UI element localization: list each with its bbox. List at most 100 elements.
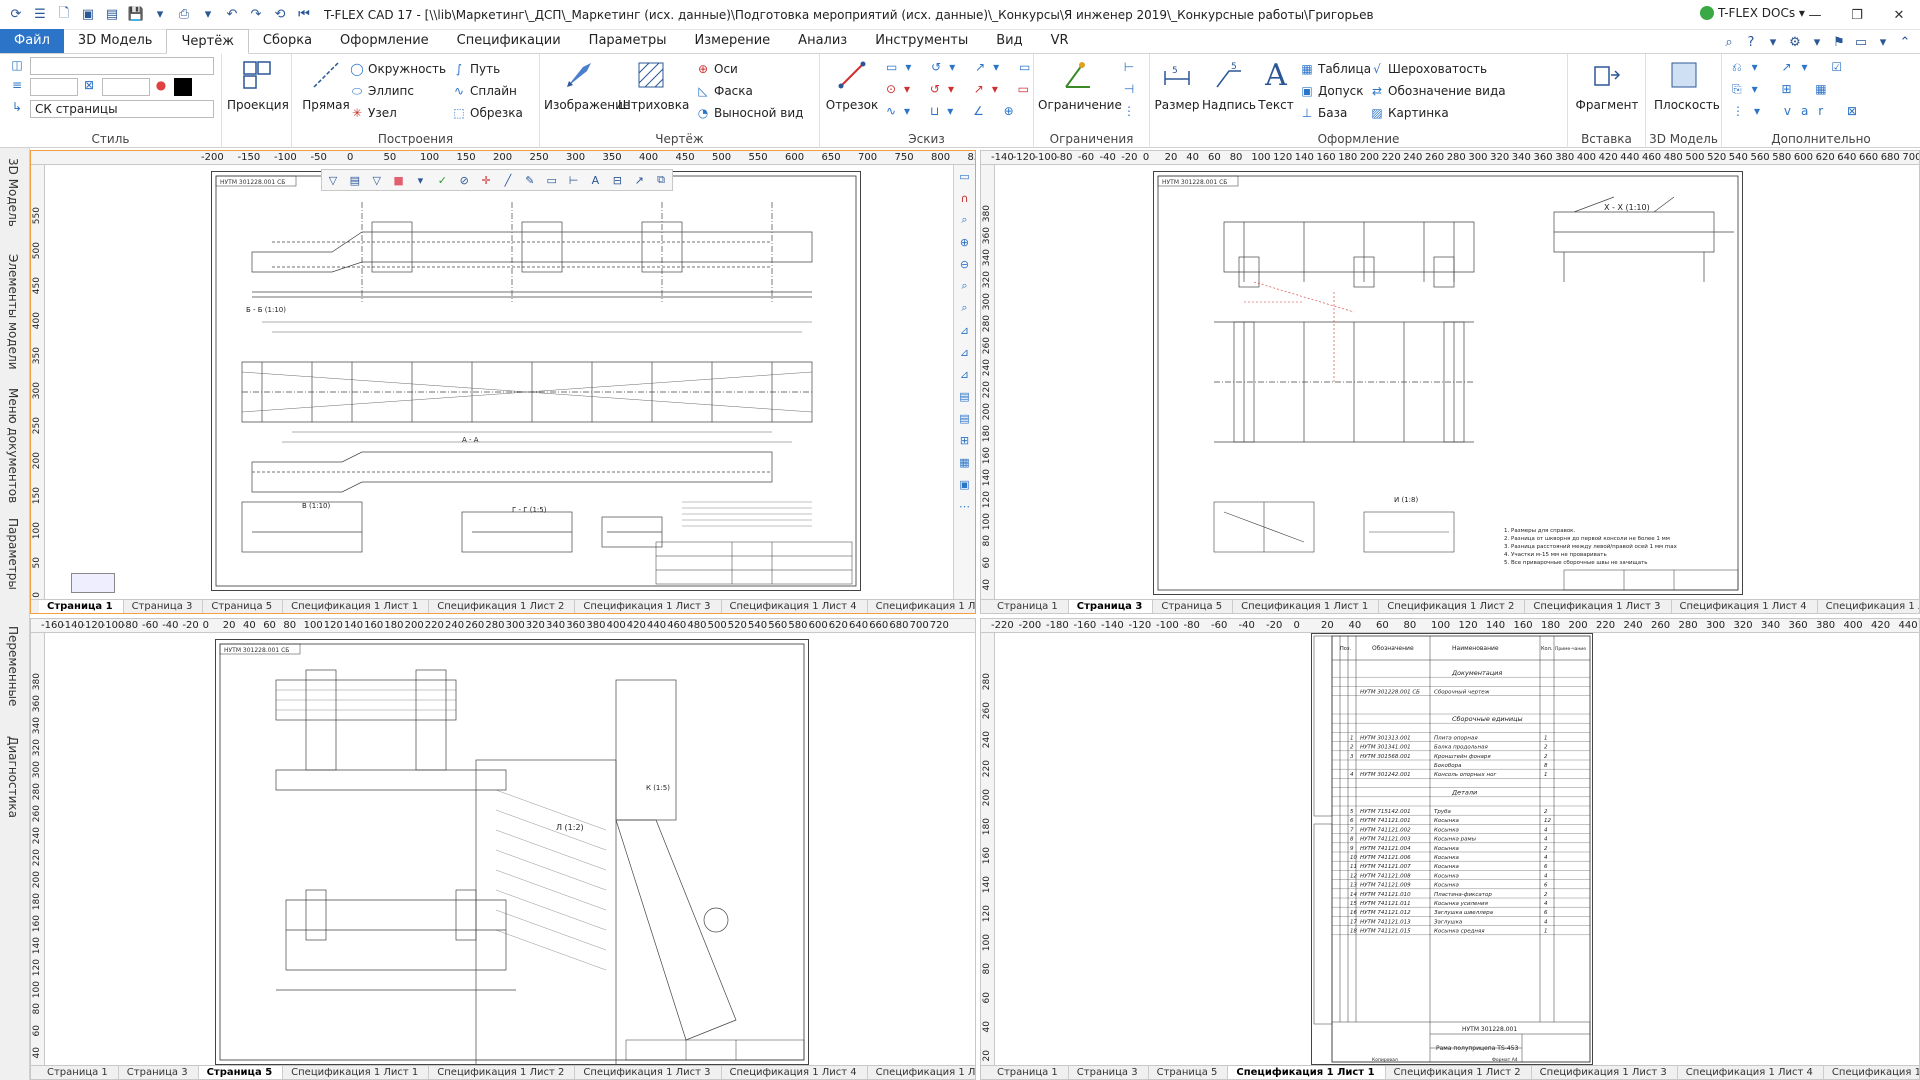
open-3d-icon[interactable]: ▣ bbox=[78, 5, 98, 25]
side-tab-variables[interactable]: Переменные bbox=[6, 626, 20, 706]
constraint-tool-2-icon[interactable]: ⊣ bbox=[1122, 82, 1140, 96]
coordinate-system-icon[interactable]: ↳ bbox=[10, 100, 28, 114]
dropdown-icon[interactable]: ▾ bbox=[410, 174, 432, 187]
drawing-window-3[interactable]: -160 -140 -120 -100 -80 -60 -40 -20 0 20 40 60 80 100… bbox=[30, 618, 976, 1080]
help-dropdown-icon[interactable]: ▾ bbox=[1762, 35, 1784, 50]
page-tab[interactable]: Спецификация 1 Лист 1 bbox=[1233, 600, 1380, 613]
page-tab[interactable]: Спецификация 1 Лист 2 bbox=[1379, 600, 1526, 613]
layout-dropdown-icon[interactable]: ▾ bbox=[1872, 35, 1894, 50]
chamfer-button[interactable]: ◺ Фаска bbox=[696, 84, 753, 98]
redo-icon[interactable]: ↷ bbox=[246, 5, 266, 25]
page-tab[interactable]: Страница 3 bbox=[119, 1066, 199, 1079]
page-tab[interactable]: Страница 5 bbox=[1153, 600, 1234, 613]
level-icon[interactable]: ≡ bbox=[10, 78, 28, 92]
constraint-tool-3-icon[interactable]: ⋮ bbox=[1122, 104, 1140, 118]
page-tab[interactable]: Страница 1 bbox=[39, 1066, 119, 1079]
side-tab-diagnostics[interactable]: Диагностика bbox=[6, 736, 20, 818]
drawing-window-4[interactable]: -220 -200 -180 -160 -140 -120 -100 -80 -60 -40 -20… bbox=[980, 618, 1920, 1080]
page-tab[interactable]: Спецификация 1 Лист 4 bbox=[722, 1066, 868, 1079]
regenerate-icon[interactable]: ⟲ bbox=[270, 5, 290, 25]
page-tab[interactable]: Спецификация 1 Лист 2 bbox=[1386, 1066, 1532, 1079]
tflex-docs-menu[interactable]: T-FLEX DOCs ▾ bbox=[1700, 6, 1805, 20]
gear-dropdown-icon[interactable]: ▾ bbox=[1806, 35, 1828, 50]
tab-parameters[interactable]: Параметры bbox=[575, 29, 681, 53]
drawing-sheet-3[interactable]: НУТМ 301228.001 СБ Х - Х (1:10) И (1:8) bbox=[1153, 171, 1743, 595]
measure-icon[interactable]: ⊞ bbox=[954, 429, 975, 451]
line-button[interactable]: Прямая bbox=[296, 58, 356, 112]
page-tab[interactable]: Спецификация 1 Лист 4 bbox=[1678, 1066, 1824, 1079]
save-as-icon[interactable]: ▾ bbox=[150, 5, 170, 25]
page-tab[interactable]: Спецификация 1 Лист 4 bbox=[722, 600, 868, 613]
tab-3d-model[interactable]: 3D Модель bbox=[64, 29, 167, 53]
page-tab[interactable]: Спецификация 1 Лист 2 bbox=[429, 600, 576, 613]
tab-vr[interactable]: VR bbox=[1037, 29, 1083, 53]
spline-button[interactable]: ∿ Сплайн bbox=[452, 84, 517, 98]
search-icon[interactable]: ⌕ bbox=[1718, 35, 1740, 50]
page-tab[interactable]: Страница 5 bbox=[1149, 1066, 1229, 1079]
undo-icon[interactable]: ↶ bbox=[222, 5, 242, 25]
zoom-all-icon[interactable]: ⌕ bbox=[954, 297, 975, 319]
snap-3-icon[interactable]: ⊿ bbox=[954, 363, 975, 385]
tab-assembly[interactable]: Сборка bbox=[249, 29, 326, 53]
image-button[interactable]: Изображение bbox=[544, 58, 630, 112]
open-icon[interactable]: ▤ bbox=[102, 5, 122, 25]
fragment-snap-icon[interactable]: ⧉ bbox=[650, 173, 672, 187]
snap-1-icon[interactable]: ⊿ bbox=[954, 319, 975, 341]
constraint-button[interactable]: Ограничение bbox=[1038, 58, 1122, 112]
window-layout-icon[interactable]: ▭ bbox=[1850, 35, 1872, 50]
page-tab[interactable]: Страница 3 bbox=[1069, 1066, 1149, 1079]
grid-icon[interactable]: ▦ bbox=[954, 451, 975, 473]
page-tab[interactable]: Страница 1 bbox=[39, 600, 124, 613]
minimize-button[interactable]: — bbox=[1794, 0, 1836, 30]
extra-tools-row-1[interactable]: ⎌▾ ↗▾ ☑ bbox=[1732, 60, 1852, 75]
gear-icon[interactable]: ⚙ bbox=[1784, 35, 1806, 50]
edit-icon[interactable]: ✎ bbox=[519, 174, 541, 187]
note-button[interactable]: 5 Надпись bbox=[1202, 58, 1256, 112]
page-tab[interactable]: Спецификация 1 Лист 1 bbox=[283, 600, 430, 613]
page-tab[interactable]: Страница 5 bbox=[203, 600, 284, 613]
page-tab[interactable]: Страница 3 bbox=[124, 600, 204, 613]
page-tab[interactable]: Страница 5 bbox=[198, 1066, 284, 1079]
priority-combo[interactable] bbox=[102, 78, 150, 96]
path-button[interactable]: ∫ Путь bbox=[452, 62, 500, 76]
sketch-tools-row-1[interactable]: ▭▾ ↺▾ ↗▾ ▭ bbox=[886, 60, 1038, 74]
page-tab[interactable]: Спецификация 1 Лист 3 bbox=[575, 600, 722, 613]
more-icon[interactable]: ⋯ bbox=[954, 495, 975, 517]
help-icon[interactable]: ? bbox=[1740, 35, 1762, 50]
hatch-button[interactable]: Штриховка bbox=[618, 58, 689, 112]
specification-sheet[interactable]: Поз. Обозначение Наименование Кол. Приме… bbox=[1311, 633, 1593, 1065]
view-layout-icon[interactable]: ▭ bbox=[954, 165, 975, 187]
level-combo[interactable] bbox=[30, 78, 78, 96]
close-button[interactable]: ✕ bbox=[1878, 0, 1920, 30]
text-snap-icon[interactable]: A bbox=[585, 174, 607, 187]
text-button[interactable]: A Текст bbox=[1254, 58, 1298, 113]
drawing-window-1[interactable]: -200 -150 -100 -50 0 50 100 150 200 250 300 350 400 4… bbox=[30, 150, 976, 614]
layers-icon[interactable]: ◫ bbox=[10, 58, 28, 72]
fragment-button[interactable]: Фрагмент bbox=[1574, 58, 1640, 112]
view-mark-button[interactable]: ⇄ Обозначение вида bbox=[1370, 84, 1506, 98]
ribbon-collapse-icon[interactable]: ⌃ bbox=[1894, 35, 1916, 50]
filter-clear-icon[interactable]: ▽ bbox=[366, 174, 388, 187]
line-snap-icon[interactable]: ╱ bbox=[497, 174, 519, 187]
node-button[interactable]: ✳ Узел bbox=[350, 106, 397, 120]
page-tab[interactable]: Страница 1 bbox=[989, 1066, 1069, 1079]
page-tab[interactable]: Спецификация 1 Лист 3 bbox=[575, 1066, 722, 1079]
plane-button[interactable]: Плоскость bbox=[1654, 58, 1720, 112]
color-filter-icon[interactable]: ■ bbox=[388, 174, 410, 187]
tab-design[interactable]: Оформление bbox=[326, 29, 443, 53]
restore-button[interactable]: ❐ bbox=[1836, 0, 1878, 30]
filter-icon[interactable]: ▽ bbox=[322, 174, 344, 187]
sketch-tools-row-2[interactable]: ⊙▾ ↺▾ ↗▾ ▭ bbox=[886, 82, 1037, 96]
page-tab[interactable]: Спецификация 1 Лист 1 bbox=[1228, 1066, 1386, 1079]
page-tab[interactable]: Спецификация 1 Лист 4 bbox=[1672, 600, 1818, 613]
zoom-icon[interactable]: ⌕ bbox=[954, 209, 975, 231]
tab-file[interactable]: Файл bbox=[0, 29, 64, 53]
page-tab[interactable]: Спецификация 1 Лист 5 bbox=[868, 600, 975, 613]
tab-drawing[interactable]: Чертёж bbox=[166, 29, 249, 54]
segment-button[interactable]: Отрезок bbox=[822, 58, 882, 112]
extra-tools-row-2[interactable]: ⎘▾ ⊞ ▦ bbox=[1732, 82, 1837, 97]
table-button[interactable]: ▦ Таблица bbox=[1300, 62, 1371, 76]
tolerance-button[interactable]: ▣ Допуск bbox=[1300, 84, 1363, 98]
node-snap-icon[interactable]: ✛ bbox=[475, 174, 497, 187]
app-logo-icon[interactable]: ⟳ bbox=[6, 5, 26, 25]
